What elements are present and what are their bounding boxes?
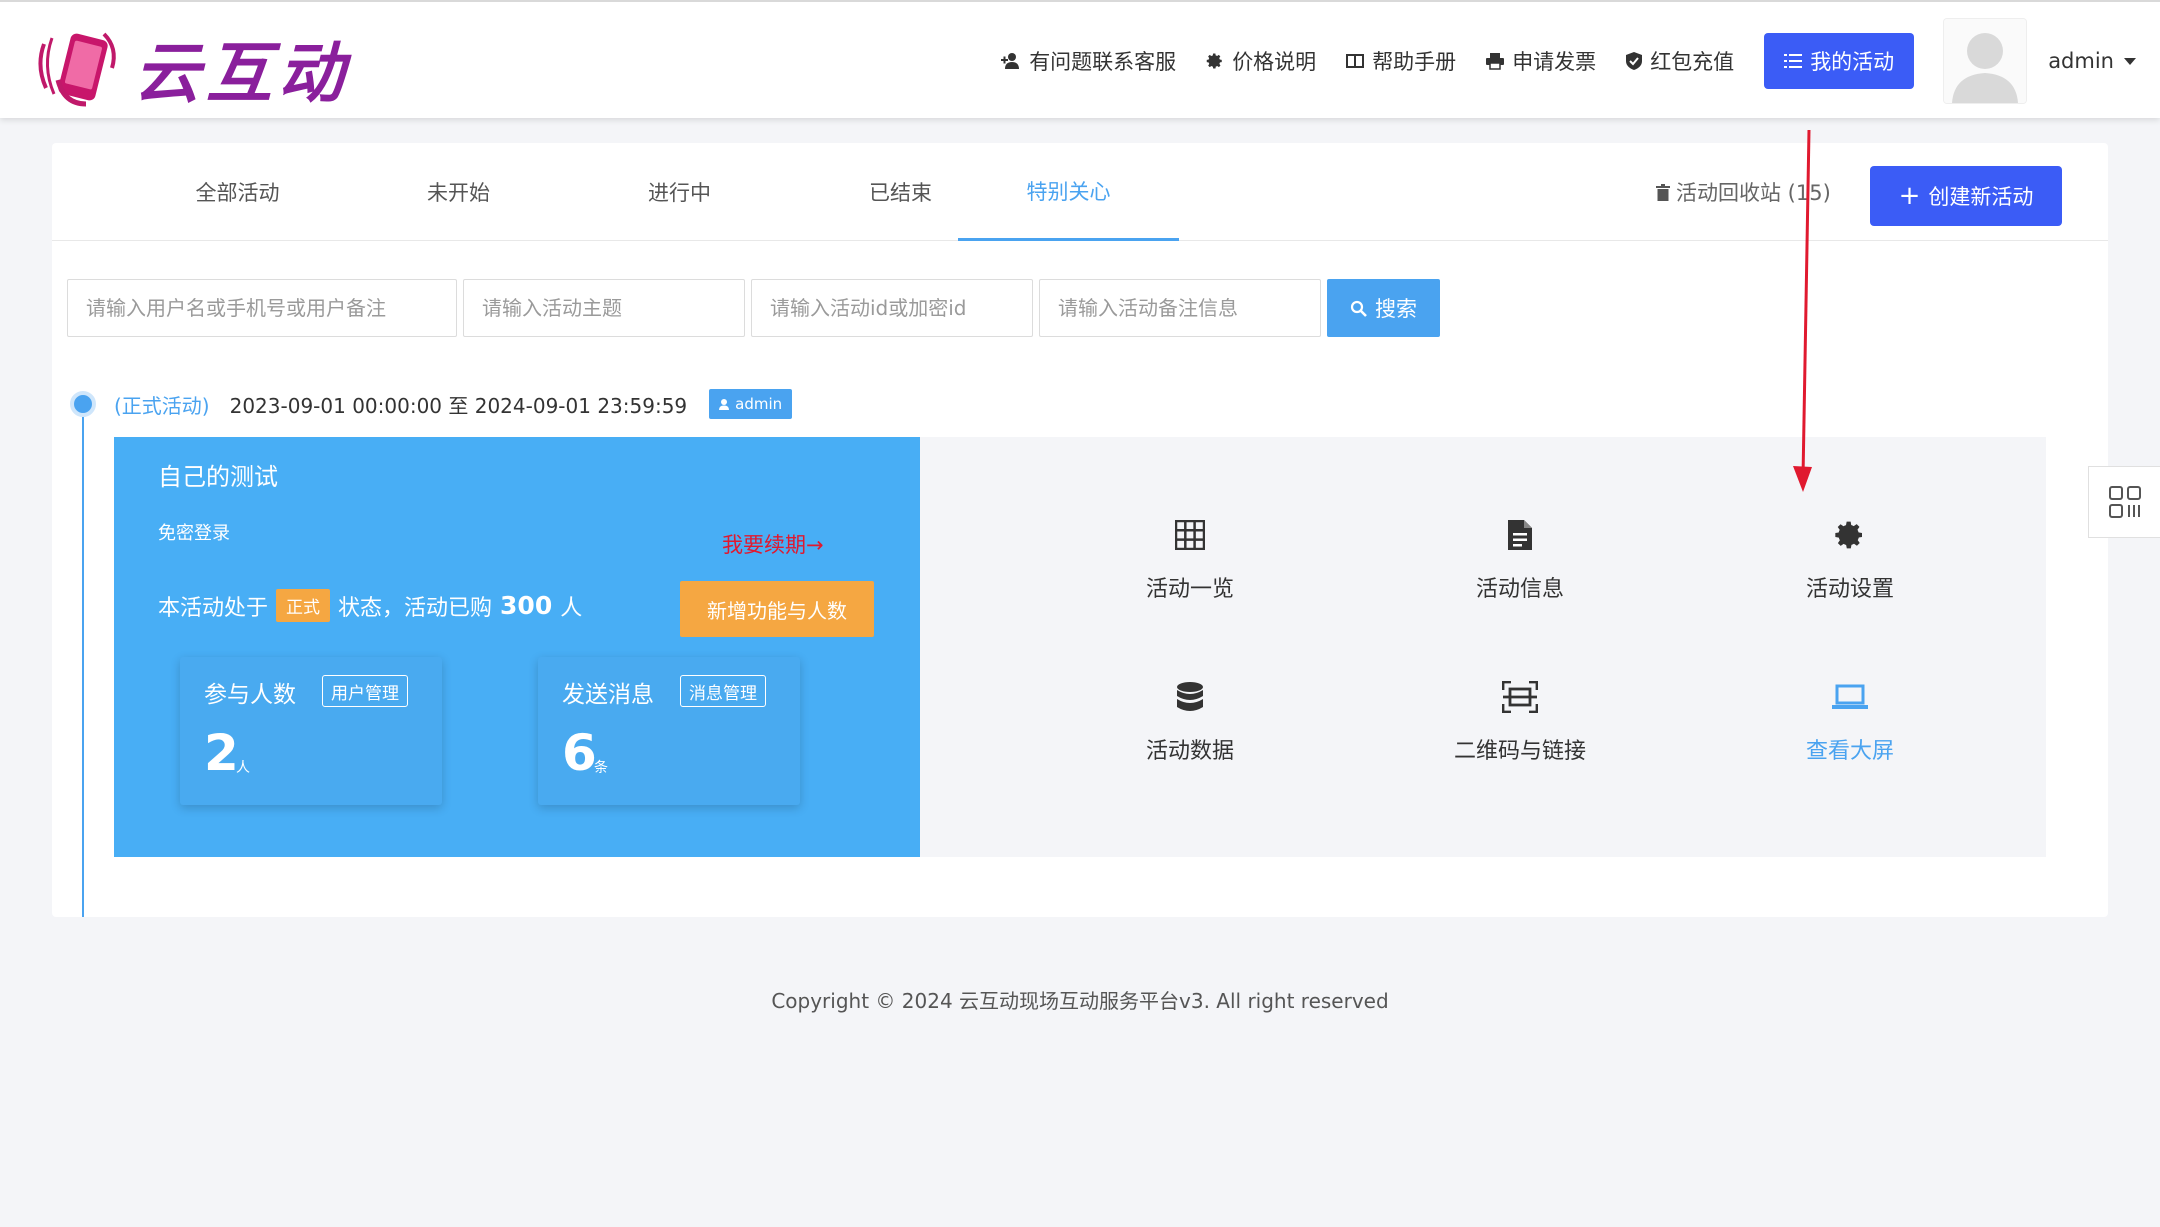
login-mode: 免密登录	[158, 523, 230, 544]
nav-redpacket-recharge[interactable]: 红包充值	[1626, 46, 1734, 76]
activity-title[interactable]: 自己的测试	[158, 457, 278, 492]
func-activity-settings[interactable]: 活动设置	[1750, 513, 1950, 623]
stat-unit: 人	[236, 760, 250, 776]
top-header: 云互动 有问题联系客服 价格说明 帮助手册 申请发票 红包充值 我的活动 adm…	[0, 0, 2160, 118]
tab-special-care[interactable]: 特别关心	[958, 143, 1179, 241]
func-activity-data[interactable]: 活动数据	[1090, 675, 1290, 785]
list-icon	[1784, 53, 1810, 69]
nav-contact-support[interactable]: 有问题联系客服	[1001, 46, 1176, 76]
search-button[interactable]: 搜索	[1327, 279, 1440, 337]
create-activity-label: 创建新活动	[1928, 185, 2034, 209]
search-topic-input[interactable]	[463, 279, 745, 337]
avatar[interactable]	[1944, 19, 2027, 103]
func-view-big-screen[interactable]: 查看大屏	[1750, 675, 1950, 785]
purchased-count: 300	[500, 591, 553, 620]
nav-redpacket-recharge-label: 红包充值	[1650, 50, 1735, 74]
annotation-arrow	[1793, 130, 1812, 492]
func-label: 活动信息	[1475, 577, 1564, 602]
user-icon	[719, 398, 735, 410]
add-features-button[interactable]: 新增功能与人数	[680, 581, 874, 637]
event-owner-badge: admin	[709, 389, 793, 419]
printer-icon	[1486, 52, 1512, 70]
stat-label: 发送消息	[562, 682, 654, 708]
side-qrcode-widget[interactable]	[2088, 466, 2160, 538]
stat-card-participants: 参与人数 用户管理 2 人	[180, 657, 442, 805]
phone-logo-icon	[34, 26, 124, 110]
purchased-unit: 人	[560, 595, 583, 621]
top-nav: 有问题联系客服 价格说明 帮助手册 申请发票 红包充值 我的活动 admin	[1001, 2, 2160, 120]
func-label: 查看大屏	[1805, 739, 1894, 764]
func-activity-info[interactable]: 活动信息	[1420, 513, 1620, 623]
search-activity-id-input[interactable]	[751, 279, 1033, 337]
search-bar: 搜索	[67, 279, 1440, 337]
search-user-input[interactable]	[67, 279, 457, 337]
user-name: admin	[2048, 49, 2114, 73]
func-qrcode-link[interactable]: 二维码与链接	[1420, 675, 1620, 785]
stat-label: 参与人数	[204, 682, 296, 708]
status-line: 本活动处于 正式 状态，活动已购 300 人	[158, 589, 582, 622]
my-activity-label: 我的活动	[1810, 50, 1895, 74]
event-type[interactable]: (正式活动)	[114, 390, 210, 419]
search-button-label: 搜索	[1375, 298, 1417, 321]
activity-summary-panel: 自己的测试 免密登录 我要续期→ 本活动处于 正式 状态，活动已购 300 人 …	[114, 437, 920, 857]
database-icon	[1177, 675, 1203, 719]
search-remark-input[interactable]	[1039, 279, 1321, 337]
stat-card-messages: 发送消息 消息管理 6 条	[538, 657, 800, 805]
nav-help-manual-label: 帮助手册	[1372, 50, 1457, 74]
search-icon	[1350, 300, 1375, 317]
gear-icon	[1206, 52, 1232, 70]
message-manage-button[interactable]: 消息管理	[680, 675, 766, 707]
tab-not-started[interactable]: 未开始	[348, 143, 569, 241]
stat-unit: 条	[594, 760, 608, 776]
user-plus-icon	[1001, 52, 1029, 70]
func-label: 二维码与链接	[1453, 739, 1586, 764]
caret-down-icon	[2124, 57, 2136, 65]
stat-value: 6	[562, 724, 597, 782]
renew-link[interactable]: 我要续期→	[722, 529, 824, 559]
event-time-range: 2023-09-01 00:00:00 至 2024-09-01 23:59:5…	[229, 393, 688, 418]
footer-copyright: Copyright © 2024 云互动现场互动服务平台v3. All righ…	[771, 989, 1389, 1013]
status-badge: 正式	[276, 589, 331, 622]
shield-check-icon	[1626, 52, 1650, 70]
func-label: 活动数据	[1145, 739, 1234, 764]
gear-icon	[1834, 513, 1866, 557]
tab-all[interactable]: 全部活动	[127, 143, 348, 241]
status-mid: 状态，活动已购	[338, 595, 493, 621]
grid-icon	[1175, 513, 1205, 557]
create-activity-button[interactable]: + 创建新活动	[1870, 166, 2062, 226]
user-manage-button[interactable]: 用户管理	[322, 675, 408, 707]
nav-pricing[interactable]: 价格说明	[1206, 46, 1316, 76]
my-activity-button[interactable]: 我的活动	[1764, 33, 1915, 89]
func-label: 活动一览	[1145, 577, 1234, 602]
document-icon	[1508, 513, 1532, 557]
laptop-icon	[1832, 675, 1868, 719]
logo[interactable]: 云互动	[34, 20, 350, 116]
trash-icon	[1656, 183, 1676, 201]
qrcode-scan-icon	[1502, 675, 1538, 719]
timeline-line	[82, 403, 84, 917]
function-grid: 活动一览 活动信息 活动设置 活动数据 二维码与链接 查看大屏	[920, 437, 2046, 857]
qrcode-icon	[2108, 485, 2142, 519]
status-prefix: 本活动处于	[158, 595, 269, 621]
timeline-dot	[70, 391, 96, 417]
user-menu[interactable]: admin	[2048, 49, 2136, 73]
nav-help-manual[interactable]: 帮助手册	[1346, 46, 1456, 76]
plus-icon: +	[1898, 181, 1921, 211]
event-header: (正式活动) 2023-09-01 00:00:00 至 2024-09-01 …	[114, 388, 793, 420]
nav-contact-support-label: 有问题联系客服	[1029, 50, 1177, 74]
nav-pricing-label: 价格说明	[1232, 50, 1317, 74]
nav-invoice[interactable]: 申请发票	[1486, 46, 1596, 76]
event-owner-name: admin	[735, 395, 783, 413]
func-label: 活动设置	[1805, 577, 1894, 602]
tab-in-progress[interactable]: 进行中	[569, 143, 790, 241]
logo-text: 云互动	[134, 35, 350, 112]
stat-value: 2	[204, 724, 239, 782]
nav-invoice-label: 申请发票	[1512, 50, 1597, 74]
func-activity-overview[interactable]: 活动一览	[1090, 513, 1290, 623]
book-icon	[1346, 53, 1372, 69]
